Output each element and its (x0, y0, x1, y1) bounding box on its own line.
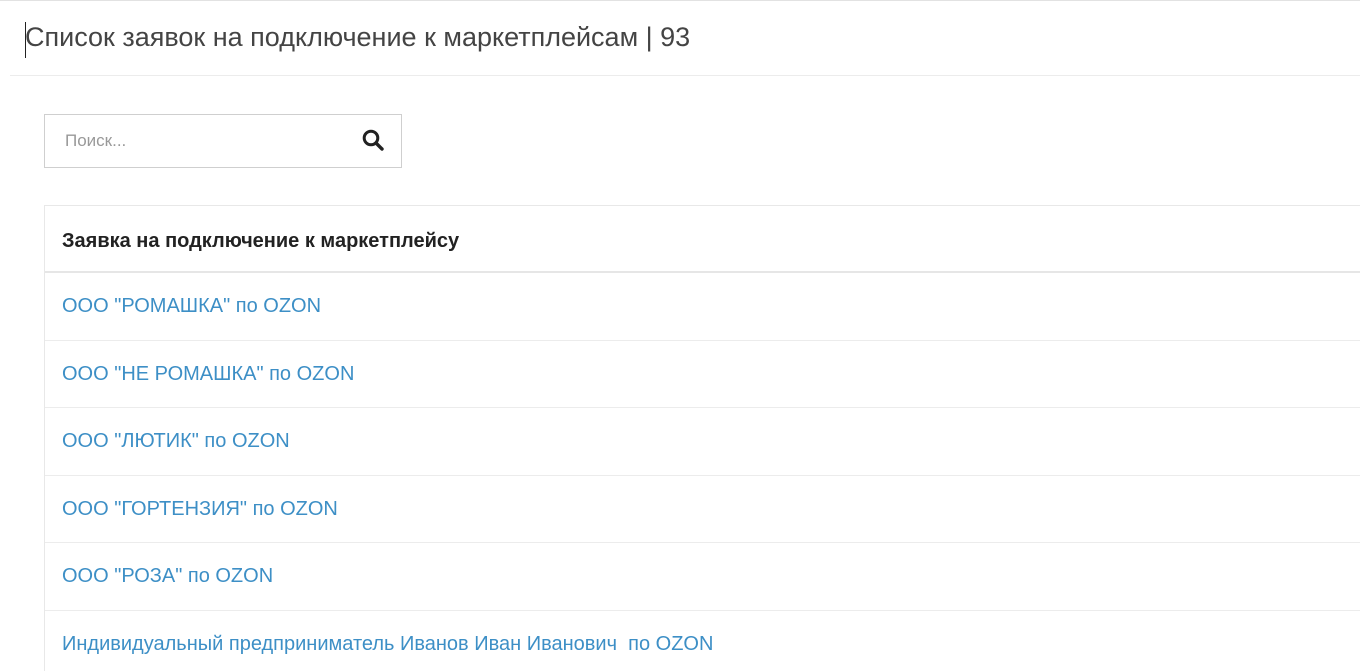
search-box[interactable] (44, 114, 402, 168)
application-link[interactable]: ООО "НЕ РОМАШКА" по OZON (62, 363, 354, 386)
table-row: Индивидуальный предприниматель Иванов Ив… (45, 611, 1360, 671)
application-link[interactable]: Индивидуальный предприниматель Иванов Ив… (62, 633, 713, 656)
table-row: ООО "ЛЮТИК" по OZON (45, 408, 1360, 476)
table-row: ООО "РОМАШКА" по OZON (45, 273, 1360, 341)
application-link[interactable]: ООО "ЛЮТИК" по OZON (62, 430, 290, 453)
table-row: ООО "НЕ РОМАШКА" по OZON (45, 341, 1360, 408)
title-bar: Список заявок на подключение к маркетпле… (10, 0, 1360, 76)
application-link[interactable]: ООО "ГОРТЕНЗИЯ" по OZON (62, 498, 338, 521)
table-row: ООО "ГОРТЕНЗИЯ" по OZON (45, 476, 1360, 543)
application-link[interactable]: ООО "РОМАШКА" по OZON (62, 295, 321, 318)
search-icon[interactable] (361, 128, 385, 152)
column-header-application: Заявка на подключение к маркетплейсу (62, 230, 460, 252)
text-cursor (25, 22, 26, 58)
applications-table: Заявка на подключение к маркетплейсу ООО… (44, 205, 1360, 671)
page-title: Список заявок на подключение к маркетпле… (25, 22, 691, 52)
table-row: ООО "РОЗА" по OZON (45, 543, 1360, 611)
search-input[interactable] (45, 115, 345, 167)
page: Список заявок на подключение к маркетпле… (0, 0, 1360, 671)
table-header: Заявка на подключение к маркетплейсу (45, 206, 1360, 273)
application-link[interactable]: ООО "РОЗА" по OZON (62, 565, 273, 588)
